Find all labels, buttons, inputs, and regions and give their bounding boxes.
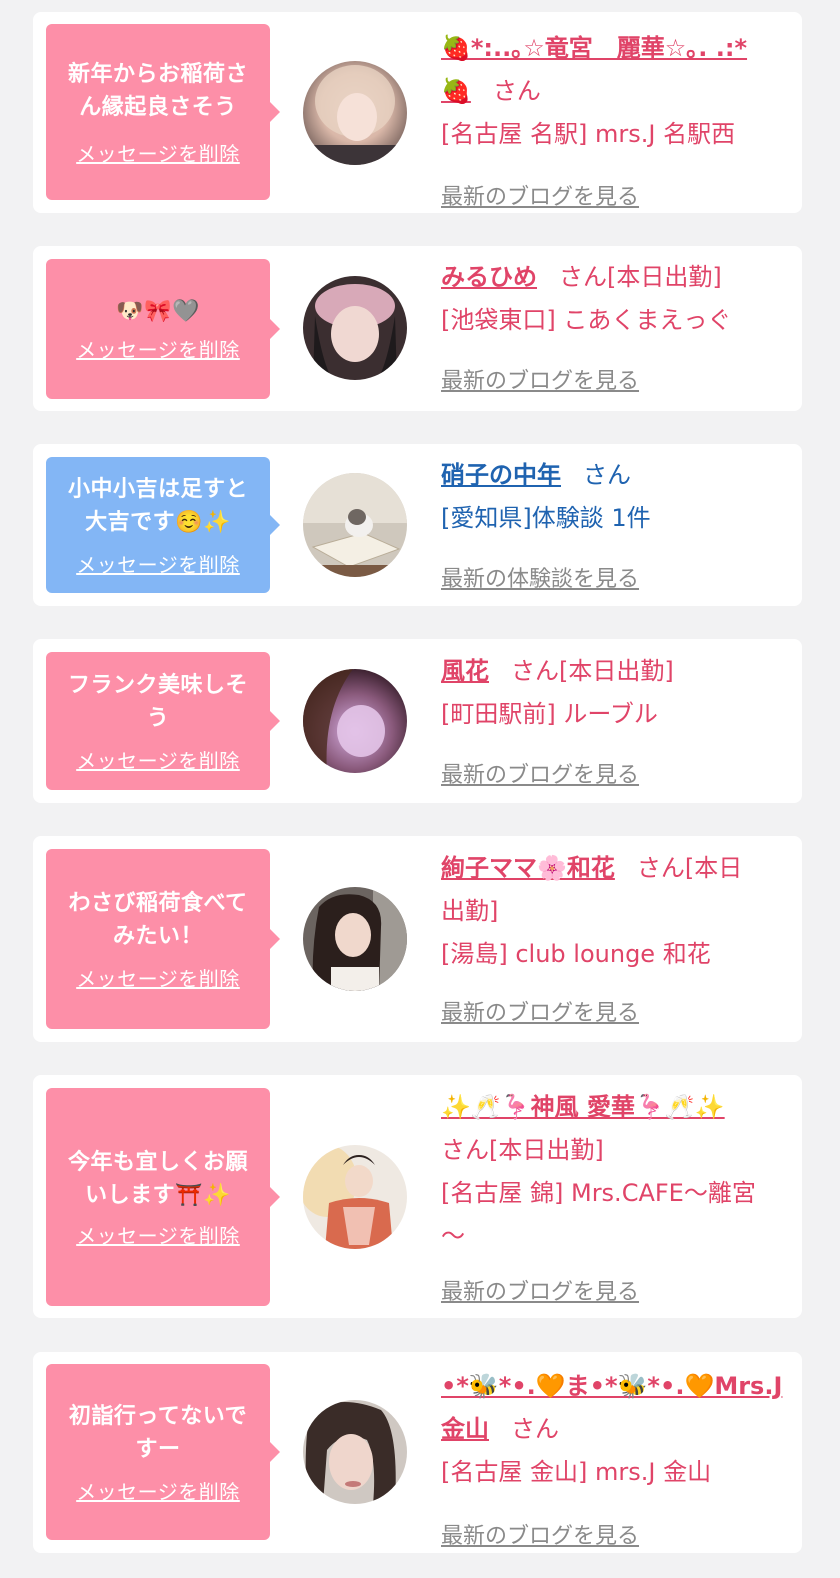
user-info: 硝子の中年 さん [愛知県]体験談 1件 最新の体験談を見る [441, 454, 791, 592]
status-badge: [本日出勤] [559, 657, 674, 685]
honorific: さん [583, 461, 631, 489]
honorific: さん [511, 1415, 559, 1443]
message-text: わさび稲荷食べて みたい！ [62, 887, 253, 953]
message-line: 初詣行ってないで [68, 1403, 248, 1429]
message-line: わさび稲荷食べて [68, 890, 248, 916]
message-line: 🐶🎀🩶 [116, 299, 200, 324]
message-bubble: 今年も宜しくお願 いします⛩️✨ メッセージを削除 [46, 1088, 280, 1306]
message-card: わさび稲荷食べて みたい！ メッセージを削除 絢子ママ🌸和花 さん[本日出勤] [… [33, 836, 802, 1042]
message-bubble: 新年からお稲荷さ ん縁起良さそう メッセージを削除 [46, 24, 280, 200]
message-text: 小中小吉は足すと 大吉です☺️✨ [62, 473, 254, 539]
user-name-link[interactable]: みるひめ [441, 263, 537, 291]
delete-message-link[interactable]: メッセージを削除 [76, 963, 240, 992]
status-badge: [本日出勤] [489, 1136, 604, 1164]
honorific: さん [441, 1136, 489, 1164]
message-text: 今年も宜しくお願 いします⛩️✨ [62, 1146, 254, 1212]
message-line: 今年も宜しくお願 [67, 1149, 248, 1175]
message-card: 新年からお稲荷さ ん縁起良さそう メッセージを削除 🍓*:..｡☆竜宮 麗華☆｡… [33, 12, 802, 213]
message-card: 小中小吉は足すと 大吉です☺️✨ メッセージを削除 硝子の中年 さん [愛知県]体… [33, 444, 802, 606]
latest-blog-link[interactable]: 最新のブログを見る [441, 179, 639, 211]
message-bubble: 小中小吉は足すと 大吉です☺️✨ メッセージを削除 [46, 457, 280, 593]
message-line: いします⛩️✨ [85, 1182, 231, 1208]
message-line: 新年からお稲荷さ [67, 61, 248, 87]
user-name-link[interactable]: •*🐝*•.🧡ま•*🐝*•.🧡Mrs.J 金山 [441, 1372, 782, 1443]
honorific: さん [492, 77, 541, 105]
delete-message-link[interactable]: メッセージを削除 [76, 745, 240, 774]
avatar[interactable] [303, 669, 407, 773]
user-info: •*🐝*•.🧡ま•*🐝*•.🧡Mrs.J 金山 さん [名古屋 金山] mrs.J … [441, 1365, 791, 1549]
user-info: 風花 さん[本日出勤] [町田駅前] ルーブル 最新のブログを見る [441, 650, 791, 788]
honorific: さん [559, 263, 607, 291]
user-info: 🍓*:..｡☆竜宮 麗華☆｡. .:* 🍓 さん [名古屋 名駅] mrs.J 名駅… [441, 27, 791, 210]
status-badge-cont: 出勤] [441, 897, 499, 925]
message-card: 今年も宜しくお願 いします⛩️✨ メッセージを削除 ✨🥂🦩神風 愛華🦩🥂✨ さん[… [33, 1075, 802, 1318]
status-badge: [本日出勤] [607, 263, 722, 291]
avatar[interactable] [303, 1145, 407, 1249]
honorific: さん [636, 854, 685, 882]
avatar[interactable] [303, 1400, 407, 1504]
latest-blog-link[interactable]: 最新のブログを見る [441, 757, 639, 789]
user-info: 絢子ママ🌸和花 さん[本日出勤] [湯島] club lounge 和花 最新のブ… [441, 847, 791, 1026]
message-card: 🐶🎀🩶 メッセージを削除 みるひめ さん[本日出勤] [池袋東口] こあくまえっぐ… [33, 246, 802, 411]
user-name-link[interactable]: ✨🥂🦩神風 愛華🦩🥂✨ [441, 1093, 725, 1121]
message-text: 初詣行ってないで すー [63, 1400, 253, 1466]
shop-name: [名古屋 錦] Mrs.CAFE〜離宮〜 [441, 1179, 756, 1250]
latest-blog-link[interactable]: 最新のブログを見る [441, 995, 639, 1027]
avatar[interactable] [303, 473, 407, 577]
delete-message-link[interactable]: メッセージを削除 [76, 1220, 240, 1249]
user-name-link[interactable]: 風花 [441, 657, 489, 685]
latest-review-link[interactable]: 最新の体験談を見る [441, 561, 639, 593]
status-badge: [本日 [684, 854, 743, 882]
message-bubble: 初詣行ってないで すー メッセージを削除 [46, 1364, 280, 1540]
message-line: 大吉です☺️✨ [85, 509, 231, 535]
message-card: 初詣行ってないで すー メッセージを削除 •*🐝*•.🧡ま•*🐝*•.🧡Mrs.… [33, 1352, 802, 1553]
user-name-link[interactable]: 絢子ママ🌸和花 [441, 854, 615, 882]
delete-message-link[interactable]: メッセージを削除 [76, 334, 240, 363]
message-text: 新年からお稲荷さ ん縁起良さそう [62, 58, 254, 124]
avatar[interactable] [303, 887, 407, 991]
message-bubble: フランク美味しそ う メッセージを削除 [46, 652, 280, 790]
avatar[interactable] [303, 276, 407, 380]
shop-name: [名古屋 金山] mrs.J 金山 [441, 1458, 712, 1486]
message-line: う [146, 705, 170, 731]
shop-name: [名古屋 名駅] mrs.J 名駅西 [441, 120, 736, 148]
delete-message-link[interactable]: メッセージを削除 [76, 549, 240, 578]
shop-name: [愛知県]体験談 1件 [441, 504, 651, 532]
message-line: フランク美味しそ [67, 672, 248, 698]
message-text: フランク美味しそ う [62, 669, 254, 735]
shop-name: [池袋東口] こあくまえっぐ [441, 306, 732, 334]
delete-message-link[interactable]: メッセージを削除 [76, 1476, 240, 1505]
latest-blog-link[interactable]: 最新のブログを見る [441, 1518, 639, 1550]
latest-blog-link[interactable]: 最新のブログを見る [441, 1274, 639, 1306]
shop-name: [湯島] club lounge 和花 [441, 940, 711, 968]
shop-name: [町田駅前] ルーブル [441, 700, 658, 728]
avatar[interactable] [303, 61, 407, 165]
message-bubble: わさび稲荷食べて みたい！ メッセージを削除 [46, 849, 280, 1029]
message-line: みたい！ [112, 923, 203, 949]
message-bubble: 🐶🎀🩶 メッセージを削除 [46, 259, 280, 399]
user-name-link[interactable]: 硝子の中年 [441, 461, 561, 489]
user-info: ✨🥂🦩神風 愛華🦩🥂✨ さん[本日出勤] [名古屋 錦] Mrs.CAFE〜離宮〜… [441, 1086, 791, 1305]
message-card: フランク美味しそ う メッセージを削除 風花 さん[本日出勤] [町田駅前] ルー… [33, 639, 802, 803]
latest-blog-link[interactable]: 最新のブログを見る [441, 363, 639, 395]
user-name-link[interactable]: 🍓*:..｡☆竜宮 麗華☆｡. .:* 🍓 [441, 34, 747, 105]
user-info: みるひめ さん[本日出勤] [池袋東口] こあくまえっぐ 最新のブログを見る [441, 256, 791, 394]
message-text: 🐶🎀🩶 [110, 295, 206, 328]
honorific: さん [511, 657, 559, 685]
message-line: すー [135, 1436, 181, 1462]
message-line: ん縁起良さそう [79, 94, 237, 120]
delete-message-link[interactable]: メッセージを削除 [76, 138, 240, 167]
message-line: 小中小吉は足すと [67, 476, 248, 502]
